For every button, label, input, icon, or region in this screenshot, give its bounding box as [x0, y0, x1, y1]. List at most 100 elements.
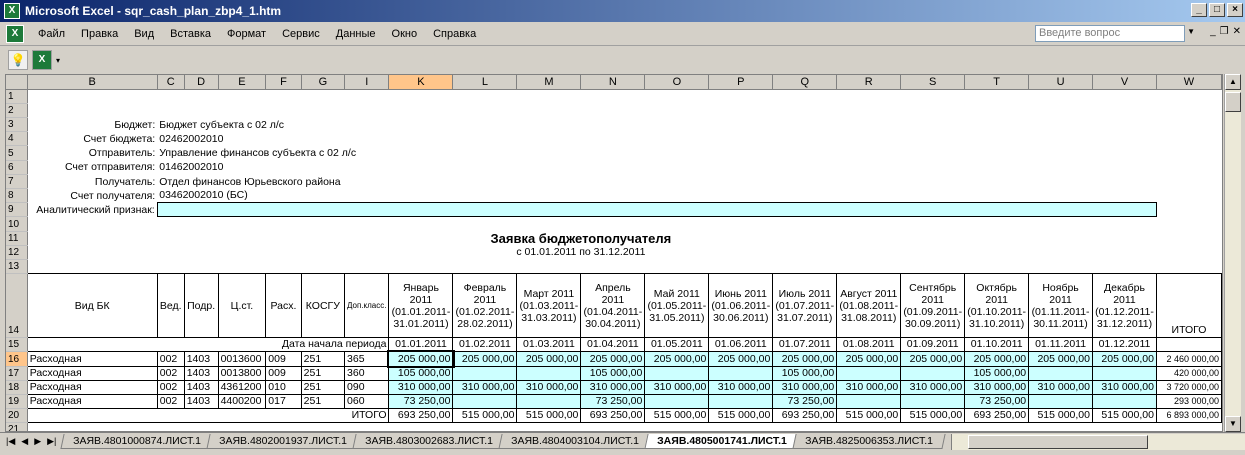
- month-total[interactable]: 693 250,00: [388, 408, 454, 424]
- table-header[interactable]: КОСГУ: [300, 273, 346, 339]
- period-date[interactable]: 01.05.2011: [644, 337, 710, 353]
- table-header[interactable]: Июль 2011 (01.07.2011-31.07.2011): [772, 273, 838, 339]
- excel-icon[interactable]: X: [32, 50, 52, 70]
- amount-cell[interactable]: 310 000,00: [1028, 379, 1093, 395]
- amount-cell[interactable]: 105 000,00: [580, 365, 646, 381]
- month-total[interactable]: 693 250,00: [964, 408, 1030, 424]
- amount-cell[interactable]: 205 000,00: [644, 351, 710, 367]
- amount-cell[interactable]: 310 000,00: [772, 379, 838, 395]
- month-total[interactable]: 515 000,00: [644, 408, 710, 424]
- amount-cell[interactable]: [708, 365, 774, 381]
- cell[interactable]: 1403: [183, 379, 219, 395]
- menu-item[interactable]: Справка: [425, 26, 484, 42]
- cell[interactable]: [1155, 337, 1222, 353]
- info-label[interactable]: Счет отправителя:: [27, 160, 157, 174]
- row-header[interactable]: 2: [6, 103, 28, 119]
- table-header[interactable]: Расх.: [265, 273, 302, 339]
- period-date[interactable]: 01.12.2011: [1092, 337, 1157, 353]
- cell[interactable]: Расходная: [26, 393, 158, 410]
- document-period[interactable]: с 01.01.2011 по 31.12.2011: [389, 245, 773, 259]
- info-value[interactable]: Бюджет субъекта с 02 л/с: [157, 118, 1221, 132]
- cell[interactable]: 1403: [183, 351, 219, 367]
- period-start-label[interactable]: Дата начала периода: [26, 337, 390, 353]
- row-header[interactable]: 14: [6, 273, 28, 339]
- analytic-label[interactable]: Аналитический признак:: [27, 203, 157, 217]
- row-header[interactable]: 6: [6, 160, 28, 175]
- first-sheet-icon[interactable]: |◀: [6, 436, 15, 447]
- info-label[interactable]: Получатель:: [27, 174, 157, 188]
- column-header[interactable]: D: [184, 75, 219, 90]
- amount-cell[interactable]: 73 250,00: [580, 393, 646, 410]
- help-dropdown-icon[interactable]: ▼: [1187, 27, 1195, 36]
- minimize-button[interactable]: _: [1191, 3, 1207, 17]
- sheet-tab[interactable]: ЗАЯВ.4802001937.ЛИСТ.1: [206, 434, 360, 449]
- table-header[interactable]: Подр.: [183, 273, 219, 339]
- info-value[interactable]: Отдел финансов Юрьевского района: [157, 174, 1221, 188]
- doc-minimize-button[interactable]: _: [1210, 26, 1216, 37]
- period-date[interactable]: 01.02.2011: [452, 337, 518, 353]
- column-header[interactable]: V: [1092, 75, 1157, 90]
- amount-cell[interactable]: [644, 393, 710, 410]
- select-all-corner[interactable]: [6, 75, 28, 90]
- amount-cell[interactable]: 310 000,00: [964, 379, 1030, 395]
- table-header[interactable]: Сентябрь 2011 (01.09.2011-30.09.2011): [900, 273, 966, 339]
- table-header[interactable]: Ноябрь 2011 (01.11.2011-30.11.2011): [1028, 273, 1093, 339]
- row-header[interactable]: 13: [6, 259, 28, 275]
- amount-cell[interactable]: 205 000,00: [580, 351, 646, 367]
- table-header[interactable]: Апрель 2011 (01.04.2011-30.04.2011): [580, 273, 646, 339]
- column-header[interactable]: W: [1156, 75, 1222, 90]
- cell[interactable]: 002: [156, 351, 185, 367]
- cell[interactable]: Расходная: [26, 365, 158, 381]
- scroll-thumb[interactable]: [1225, 92, 1241, 112]
- column-header[interactable]: P: [708, 75, 774, 90]
- amount-cell[interactable]: 73 250,00: [772, 393, 838, 410]
- workbook-icon[interactable]: X: [6, 24, 24, 43]
- month-total[interactable]: 515 000,00: [836, 408, 902, 424]
- amount-cell[interactable]: 205 000,00: [516, 351, 582, 367]
- doc-restore-button[interactable]: ❐: [1220, 26, 1229, 37]
- amount-cell[interactable]: 310 000,00: [452, 379, 518, 395]
- cell[interactable]: 1403: [183, 393, 219, 410]
- amount-cell[interactable]: 310 000,00: [516, 379, 582, 395]
- column-header[interactable]: U: [1028, 75, 1093, 90]
- cell[interactable]: 002: [156, 379, 185, 395]
- amount-cell[interactable]: [900, 393, 966, 410]
- spreadsheet-grid[interactable]: B C D E F G I K L M N O P Q R S T U V W 1 2 3 Бюджет: Бюджет суб…: [5, 74, 1223, 432]
- row-header[interactable]: 3: [6, 117, 28, 133]
- amount-cell[interactable]: [1092, 365, 1157, 381]
- month-total[interactable]: 693 250,00: [772, 408, 838, 424]
- row-header[interactable]: 1: [6, 89, 28, 104]
- table-header[interactable]: Вид БК: [26, 273, 158, 339]
- cell[interactable]: 0013800: [217, 365, 267, 381]
- column-header[interactable]: I: [344, 75, 390, 90]
- row-header[interactable]: 11: [6, 231, 28, 246]
- info-value[interactable]: 01462002010: [157, 160, 1221, 174]
- horizontal-scrollbar[interactable]: [951, 433, 1245, 450]
- sheet-tab[interactable]: ЗАЯВ.4805001741.ЛИСТ.1: [644, 434, 800, 449]
- amount-cell[interactable]: 105 000,00: [772, 365, 838, 381]
- table-header[interactable]: Декабрь 2011 (01.12.2011-31.12.2011): [1092, 273, 1157, 339]
- period-date[interactable]: 01.04.2011: [580, 337, 646, 353]
- column-header[interactable]: F: [265, 75, 302, 90]
- row-total[interactable]: 420 000,00: [1155, 365, 1222, 381]
- info-label[interactable]: Счет получателя:: [27, 189, 157, 203]
- column-header[interactable]: T: [964, 75, 1030, 90]
- amount-cell[interactable]: [1028, 365, 1093, 381]
- cell[interactable]: 017: [265, 393, 302, 410]
- window-title-bar[interactable]: X Microsoft Excel - sqr_cash_plan_zbp4_1…: [0, 0, 1245, 22]
- info-label[interactable]: Счет бюджета:: [27, 132, 157, 146]
- amount-cell[interactable]: 205 000,00: [1028, 351, 1093, 367]
- maximize-button[interactable]: □: [1209, 3, 1225, 17]
- menu-item[interactable]: Файл: [30, 26, 73, 42]
- cell[interactable]: 4361200: [217, 379, 267, 395]
- amount-cell[interactable]: 205 000,00: [708, 351, 774, 367]
- help-search-input[interactable]: Введите вопрос: [1035, 25, 1185, 42]
- amount-cell[interactable]: 205 000,00: [1092, 351, 1157, 367]
- amount-cell[interactable]: 310 000,00: [900, 379, 966, 395]
- cell[interactable]: 251: [300, 351, 346, 367]
- month-total[interactable]: 515 000,00: [708, 408, 774, 424]
- amount-cell[interactable]: 205 000,00: [964, 351, 1030, 367]
- cell[interactable]: [1156, 203, 1221, 217]
- period-date[interactable]: 01.11.2011: [1028, 337, 1093, 353]
- menu-item[interactable]: Окно: [384, 26, 426, 42]
